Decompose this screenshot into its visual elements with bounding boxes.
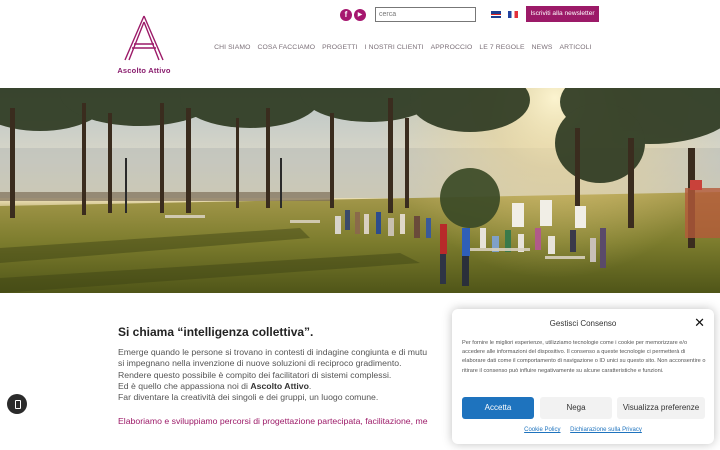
main-nav: CHI SIAMO COSA FACCIAMO PROGETTI I NOSTR… <box>211 44 595 51</box>
cookie-links: Cookie Policy Dichiarazione sulla Privac… <box>452 427 714 433</box>
newsletter-button[interactable]: Iscriviti alla newsletter <box>526 6 599 22</box>
intro-line-4-end: . <box>308 380 312 391</box>
deny-button[interactable]: Nega <box>540 397 612 419</box>
accept-button[interactable]: Accetta <box>462 397 534 419</box>
site-header: Ascolto Attivo f ▶ Iscriviti alla newsle… <box>0 0 720 88</box>
services-line: Elaboriamo e sviluppiamo percorsi di pro… <box>118 416 428 426</box>
intro-line-5: Far diventare la creatività dei singoli … <box>118 392 379 403</box>
nav-item-approccio[interactable]: APPROCCIO <box>427 44 476 51</box>
close-icon[interactable]: ✕ <box>694 316 705 329</box>
facebook-icon[interactable]: f <box>340 9 352 21</box>
cookie-policy-link[interactable]: Cookie Policy <box>524 427 560 433</box>
cookie-title: Gestisci Consenso <box>549 319 617 328</box>
nav-item-regole[interactable]: LE 7 REGOLE <box>476 44 528 51</box>
intro-line-3: Rendere questo possibile è compito dei f… <box>118 369 392 380</box>
hero-image <box>0 88 720 293</box>
preferences-button[interactable]: Visualizza preferenze <box>617 397 705 419</box>
intro-headline: Si chiama “intelligenza collettiva”. <box>118 325 314 339</box>
intro-line-4-text: Ed è quello che appassiona noi di <box>118 380 251 391</box>
intro-section: Si chiama “intelligenza collettiva”. Eme… <box>118 325 458 403</box>
logo-text: Ascolto Attivo <box>117 66 171 75</box>
accessibility-toggle-button[interactable] <box>7 394 27 414</box>
nav-item-progetti[interactable]: PROGETTI <box>319 44 362 51</box>
intro-line-4: Ed è quello che appassiona noi di Ascolt… <box>118 381 458 392</box>
french-flag-icon[interactable] <box>508 11 518 18</box>
nav-item-articoli[interactable]: ARTICOLI <box>556 44 595 51</box>
search-input[interactable] <box>375 7 476 22</box>
cookie-consent-dialog: Gestisci Consenso ✕ Per fornire le migli… <box>452 309 714 444</box>
privacy-link[interactable]: Dichiarazione sulla Privacy <box>570 427 642 433</box>
nav-item-cosa-facciamo[interactable]: COSA FACCIAMO <box>254 44 319 51</box>
nav-item-chi-siamo[interactable]: CHI SIAMO <box>211 44 254 51</box>
intro-line-2: si impegnano nella invenzione di nuove s… <box>118 358 402 369</box>
site-logo[interactable]: Ascolto Attivo <box>112 14 176 76</box>
nav-item-clienti[interactable]: I NOSTRI CLIENTI <box>361 44 427 51</box>
brand-name-bold: Ascolto Attivo <box>250 380 309 391</box>
english-flag-icon[interactable] <box>491 11 501 18</box>
logo-a-icon <box>124 15 164 61</box>
intro-line-1: Emerge quando le persone si trovano in c… <box>118 347 428 357</box>
cookie-text: Per fornire le migliori esperienze, util… <box>462 340 706 374</box>
nav-item-news[interactable]: NEWS <box>528 44 556 51</box>
youtube-icon[interactable]: ▶ <box>354 9 366 21</box>
